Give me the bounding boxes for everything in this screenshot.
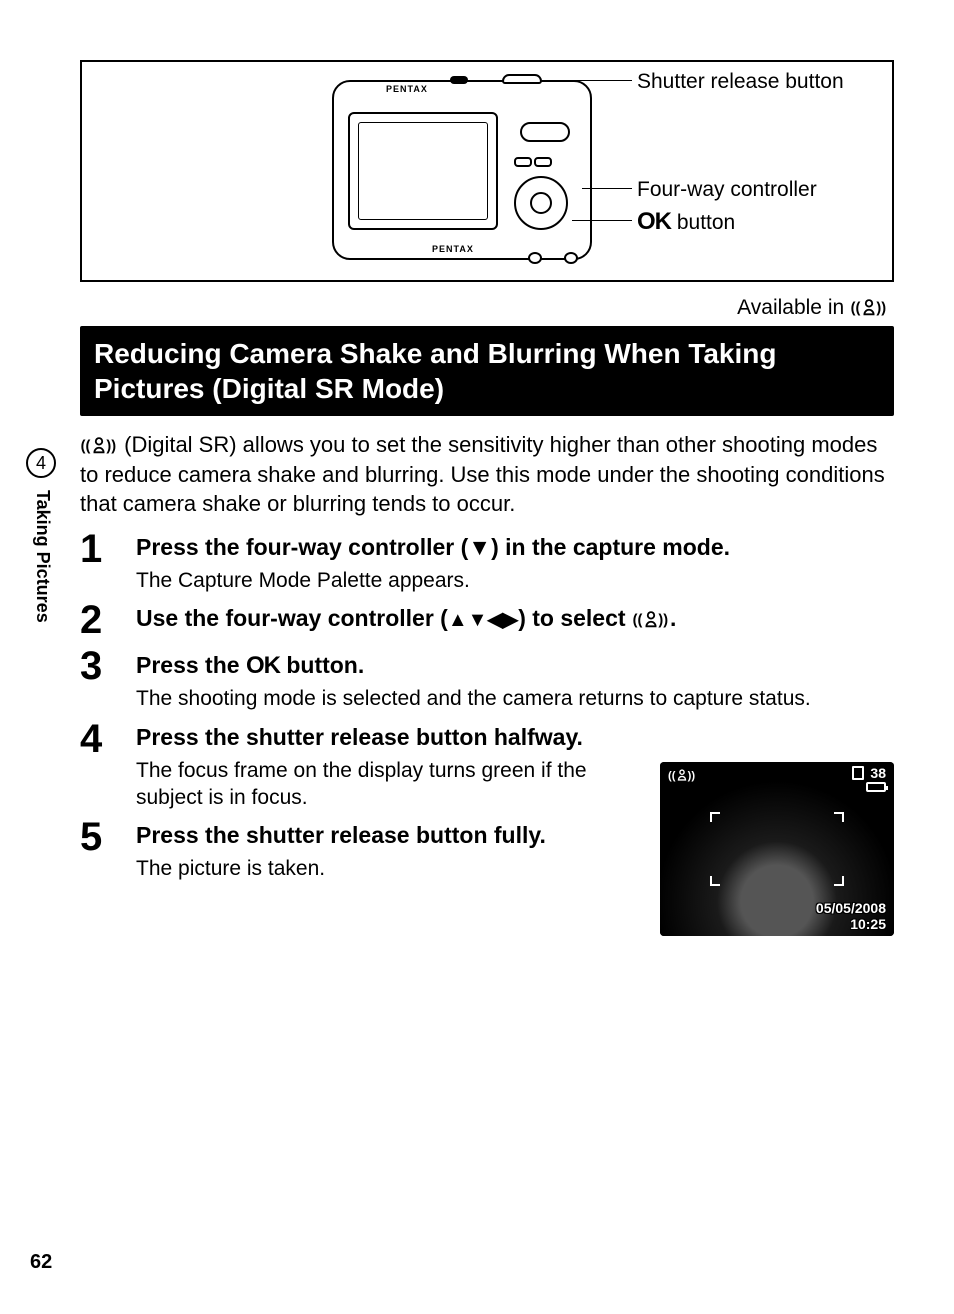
lcd-time: 10:25 — [850, 916, 886, 932]
lcd-mode-icon: (()) — [668, 766, 696, 787]
available-in: Available in — [80, 296, 894, 320]
ok-glyph: OK — [637, 208, 671, 235]
svg-text:)): )) — [688, 770, 696, 782]
svg-text:((: (( — [668, 770, 676, 782]
callout-fourway: Four-way controller — [637, 178, 817, 202]
zoom-rocker — [520, 122, 570, 142]
digital-sr-icon — [632, 608, 670, 630]
brand-top: PENTAX — [386, 84, 428, 94]
camera-diagram: PENTAX PENTAX Shutter release button Fou… — [80, 60, 894, 282]
power-button-shape — [450, 76, 468, 84]
step-desc: The focus frame on the display turns gre… — [136, 757, 636, 812]
step-number: 4 — [80, 719, 136, 811]
step-number: 1 — [80, 529, 136, 594]
chapter-number: 4 — [26, 448, 56, 478]
page-number: 62 — [30, 1251, 52, 1274]
digital-sr-icon — [80, 434, 118, 456]
digital-sr-icon — [850, 296, 888, 318]
step-1: 1 Press the four-way controller (▼) in t… — [80, 529, 894, 594]
step-title: Press the OK button. — [136, 650, 894, 681]
ok-glyph: OK — [246, 652, 280, 679]
lcd-date: 05/05/2008 — [816, 900, 886, 916]
menu-button-shape — [564, 252, 578, 264]
memory-icon — [852, 766, 864, 780]
callout-ok: OK button — [637, 208, 735, 236]
step-3: 3 Press the OK button. The shooting mode… — [80, 646, 894, 712]
step-desc: The picture is taken. — [136, 855, 636, 882]
camera-outline: PENTAX PENTAX — [332, 80, 592, 260]
brand-bottom: PENTAX — [432, 244, 474, 254]
step-2: 2 Use the four-way controller (▲▼◀▶) to … — [80, 600, 894, 640]
step-number: 5 — [80, 817, 136, 882]
chapter-label: Taking Pictures — [32, 490, 53, 623]
battery-icon — [866, 782, 886, 792]
step-title: Press the four-way controller (▼) in the… — [136, 533, 894, 563]
callout-shutter: Shutter release button — [637, 70, 844, 94]
step-number: 2 — [80, 600, 136, 640]
step-title: Press the shutter release button halfway… — [136, 723, 636, 753]
shutter-button-shape — [502, 74, 542, 84]
intro-paragraph: (Digital SR) allows you to set the sensi… — [80, 430, 894, 519]
section-heading: Reducing Camera Shake and Blurring When … — [80, 326, 894, 416]
side-tab: 4 Taking Pictures — [26, 448, 56, 623]
lcd-count: 38 — [852, 766, 886, 794]
camera-lcd — [348, 112, 498, 230]
four-way-controller-shape — [514, 176, 568, 230]
lcd-preview: (()) 38 05/05/2008 10:25 — [660, 762, 894, 936]
ok-button-shape — [528, 252, 542, 264]
step-desc: The Capture Mode Palette appears. — [136, 567, 894, 594]
step-title: Press the shutter release button fully. — [136, 821, 636, 851]
step-number: 3 — [80, 646, 136, 712]
step-desc: The shooting mode is selected and the ca… — [136, 685, 894, 712]
mode-buttons — [514, 154, 562, 168]
step-title: Use the four-way controller (▲▼◀▶) to se… — [136, 604, 894, 634]
